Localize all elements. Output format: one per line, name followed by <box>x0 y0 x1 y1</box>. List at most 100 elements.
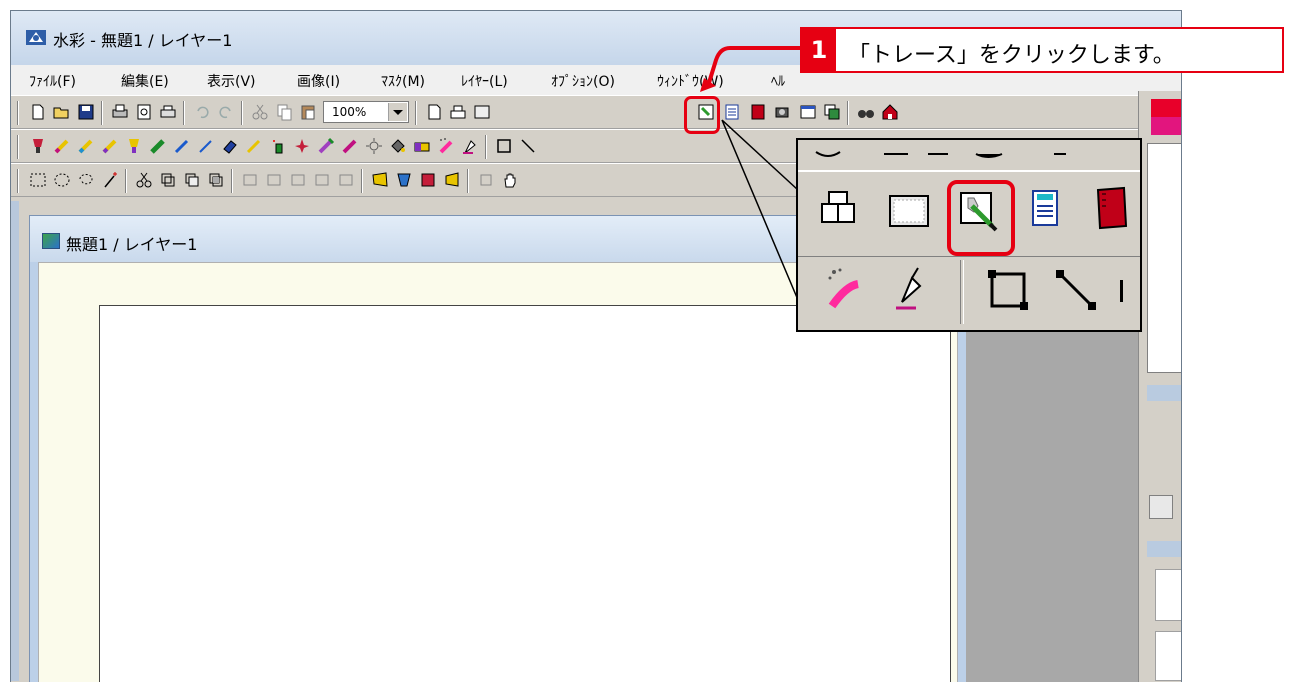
rect-select-icon[interactable] <box>29 171 47 189</box>
page-setup-icon[interactable] <box>159 103 177 121</box>
copy-icon[interactable] <box>275 103 293 121</box>
thin-pen-icon[interactable] <box>197 137 215 155</box>
brush-icon[interactable] <box>29 137 47 155</box>
pencil-brush-icon[interactable] <box>101 137 119 155</box>
lasso-select-icon[interactable] <box>77 171 95 189</box>
toolbar-separator <box>17 135 19 159</box>
eraser-icon[interactable] <box>221 137 239 155</box>
grid-icon <box>889 195 929 227</box>
crop-icon[interactable] <box>477 171 495 189</box>
workspace-background <box>966 323 1138 682</box>
watercolor-brush-icon[interactable] <box>53 137 71 155</box>
rectangle-icon <box>988 270 1028 310</box>
fill-brush-icon[interactable] <box>125 137 143 155</box>
menu-image[interactable]: 画像(I) <box>297 71 340 91</box>
menu-layer[interactable]: ﾚｲﾔｰ(L) <box>461 71 508 91</box>
distort-icon[interactable] <box>371 171 389 189</box>
line-icon <box>1056 270 1096 310</box>
step-number: 1 <box>802 29 836 71</box>
line-icon[interactable] <box>519 137 537 155</box>
subtract-selection-icon[interactable] <box>183 171 201 189</box>
stretch-icon[interactable] <box>419 171 437 189</box>
panel-field <box>1155 631 1181 681</box>
background-color-swatch[interactable] <box>1151 117 1181 135</box>
foreground-color-swatch[interactable] <box>1151 99 1181 117</box>
hand-icon[interactable] <box>501 171 519 189</box>
paste-icon[interactable] <box>299 103 317 121</box>
particle-brush-icon <box>828 268 859 309</box>
chevron-down-icon[interactable] <box>388 103 407 121</box>
document-list-icon <box>1032 190 1058 226</box>
toolbar-separator <box>231 169 233 193</box>
toolbar-separator <box>183 101 185 125</box>
panel-header <box>1147 541 1181 557</box>
save-icon[interactable] <box>77 103 95 121</box>
panel-button[interactable] <box>1149 495 1173 519</box>
new-file-icon[interactable] <box>29 103 47 121</box>
partial-toolbar-icons <box>815 151 1066 158</box>
undo-icon[interactable] <box>193 103 211 121</box>
document-title: 無題1 / レイヤー1 <box>66 235 198 254</box>
flat-brush-icon[interactable] <box>77 137 95 155</box>
open-folder-icon[interactable] <box>53 103 71 121</box>
blend-icon[interactable] <box>341 137 359 155</box>
home-icon[interactable] <box>881 103 899 121</box>
print-preview-icon[interactable] <box>135 103 153 121</box>
rectangle-icon[interactable] <box>495 137 513 155</box>
move-icon[interactable] <box>241 171 259 189</box>
gradient-icon[interactable] <box>413 137 431 155</box>
menu-view[interactable]: 表示(V) <box>207 71 256 91</box>
toolbar-separator <box>847 101 849 125</box>
marker-icon[interactable] <box>149 137 167 155</box>
paint-bucket-icon[interactable] <box>389 137 407 155</box>
intersect-selection-icon[interactable] <box>207 171 225 189</box>
toolbar-separator <box>241 101 243 125</box>
transform-icon[interactable] <box>265 171 283 189</box>
toolbar-separator <box>125 169 127 193</box>
menu-edit[interactable]: 編集(E) <box>121 71 169 91</box>
instruction-text: 「トレース」をクリックします。 <box>848 43 1175 68</box>
scissors-icon[interactable] <box>135 171 153 189</box>
ellipse-select-icon[interactable] <box>53 171 71 189</box>
warp-icon[interactable] <box>443 171 461 189</box>
pen-icon[interactable] <box>173 137 191 155</box>
standard-toolbar: 100% <box>11 95 1181 129</box>
cut-icon[interactable] <box>251 103 269 121</box>
zoom-select[interactable]: 100% <box>323 101 409 123</box>
printer-icon[interactable] <box>449 103 467 121</box>
smudge-icon[interactable] <box>317 137 335 155</box>
zoom-value: 100% <box>332 105 367 119</box>
magic-wand-icon[interactable] <box>101 171 119 189</box>
menu-option[interactable]: ｵﾌﾟｼｮﾝ(O) <box>551 71 615 91</box>
canvas-icon[interactable] <box>425 103 443 121</box>
rotate-icon[interactable] <box>289 171 307 189</box>
redo-icon[interactable] <box>217 103 235 121</box>
sun-icon[interactable] <box>365 137 383 155</box>
window-title: 水彩 - 無題1 / レイヤー1 <box>53 31 233 50</box>
stamp-icon[interactable] <box>293 137 311 155</box>
partial-icon <box>1120 280 1123 302</box>
perspective-icon[interactable] <box>395 171 413 189</box>
book-icon <box>1096 186 1128 230</box>
app-window: 水彩 - 無題1 / レイヤー1 ﾌｧｲﾙ(F) 編集(E) 表示(V) 画像(… <box>10 10 1182 682</box>
menu-file[interactable]: ﾌｧｲﾙ(F) <box>29 71 76 91</box>
add-selection-icon[interactable] <box>159 171 177 189</box>
binoculars-icon[interactable] <box>857 103 875 121</box>
right-panel <box>1138 91 1181 682</box>
toolbar-separator <box>361 169 363 193</box>
spray-icon[interactable] <box>269 137 287 155</box>
trace-button-highlight-zoomed <box>947 180 1015 256</box>
crayon-icon[interactable] <box>245 137 263 155</box>
particle-brush-icon[interactable] <box>437 137 455 155</box>
drawing-canvas[interactable] <box>99 305 951 682</box>
image-icon <box>42 233 60 249</box>
mdi-left-edge <box>11 201 19 681</box>
flip-horizontal-icon[interactable] <box>337 171 355 189</box>
menu-mask[interactable]: ﾏｽｸ(M) <box>381 71 425 91</box>
pen-tool-icon[interactable] <box>461 137 479 155</box>
printer-icon <box>821 191 855 223</box>
panel-field <box>1155 569 1181 621</box>
flip-vertical-icon[interactable] <box>313 171 331 189</box>
print-icon[interactable] <box>111 103 129 121</box>
grid-icon[interactable] <box>473 103 491 121</box>
